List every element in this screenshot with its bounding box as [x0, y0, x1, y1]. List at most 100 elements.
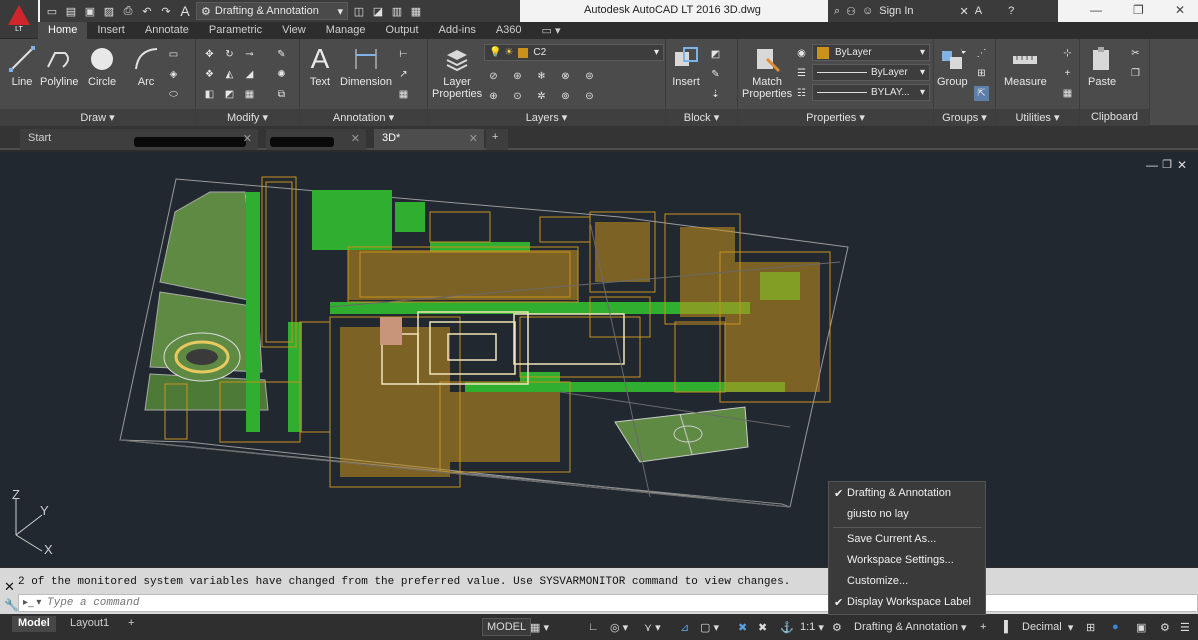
a360-icon[interactable]: A: [975, 5, 982, 17]
undo-icon[interactable]: ↶: [139, 3, 155, 19]
ribbon-toggle-icon[interactable]: ▭ ▾: [532, 22, 571, 39]
text-style-icon[interactable]: A: [177, 3, 193, 19]
layer-icon[interactable]: ◫: [351, 3, 367, 19]
group-edit-icon[interactable]: ⊞: [974, 66, 989, 81]
workspace-icon[interactable]: ▦: [408, 3, 424, 19]
attribute-icon[interactable]: ⇣: [708, 87, 723, 102]
isodraft-icon[interactable]: ⋎ ▾: [644, 618, 661, 636]
tab-view[interactable]: View: [272, 22, 316, 39]
workspace-status-dropdown[interactable]: Drafting & Annotation ▾: [854, 618, 967, 636]
cut-icon[interactable]: ✂: [1128, 46, 1143, 61]
tab-home[interactable]: Home: [38, 22, 88, 39]
application-menu-button[interactable]: LT: [0, 0, 38, 38]
doc-tab-start[interactable]: Start: [20, 129, 130, 150]
table-icon[interactable]: ▦: [396, 87, 411, 102]
tab-insert[interactable]: Insert: [87, 22, 135, 39]
menu-item-customize[interactable]: Customize...: [829, 572, 985, 592]
panel-title-utilities[interactable]: Utilities ▾: [996, 109, 1079, 126]
panel-title-block[interactable]: Block ▾: [666, 109, 737, 126]
workspace-gear-icon[interactable]: ⚙: [832, 618, 842, 636]
layer-freeze-icon[interactable]: ❄: [534, 69, 549, 84]
text-button[interactable]: A Text: [306, 45, 334, 89]
stretch-icon[interactable]: ◧: [202, 87, 217, 102]
doc-tab-redacted-1[interactable]: ✕: [130, 129, 258, 150]
tab-parametric[interactable]: Parametric: [199, 22, 272, 39]
layer-match-icon[interactable]: ⊜: [582, 69, 597, 84]
grid-icon[interactable]: ▦ ▾: [530, 618, 549, 636]
annotation-scale-icon[interactable]: ⚓: [780, 618, 794, 636]
menu-item-save-current[interactable]: Save Current As...: [829, 530, 985, 550]
customize-wrench-icon[interactable]: 🔧: [4, 598, 19, 612]
copy-clip-icon[interactable]: ❐: [1128, 66, 1143, 81]
close-icon[interactable]: ✕: [469, 132, 478, 145]
close-command-icon[interactable]: ✕: [4, 579, 15, 595]
search-icon[interactable]: ⌕: [834, 5, 840, 18]
linetype-dropdown[interactable]: ByLayer ▾: [812, 64, 930, 81]
move-icon[interactable]: ✥: [202, 47, 217, 62]
layer-previous-icon[interactable]: ⊝: [582, 89, 597, 104]
layer-unisolate-icon[interactable]: ⊙: [510, 89, 525, 104]
polyline-button[interactable]: Polyline: [40, 45, 79, 88]
new-file-icon[interactable]: ▭: [44, 3, 60, 19]
create-block-icon[interactable]: ◩: [708, 47, 723, 62]
graphics-performance-icon[interactable]: ▣: [1136, 618, 1146, 636]
plot-icon[interactable]: ⎙: [120, 3, 136, 19]
group-selection-icon[interactable]: ⇱: [974, 86, 989, 101]
layout-tab-model[interactable]: Model: [12, 616, 56, 632]
match-icon[interactable]: ◪: [370, 3, 386, 19]
ellipse-icon[interactable]: ⬭: [166, 87, 181, 102]
doc-tab-3d[interactable]: 3D* ✕: [374, 129, 484, 150]
panel-title-groups[interactable]: Groups ▾: [934, 109, 995, 126]
menu-item-display-workspace-label[interactable]: ✔ Display Workspace Label: [829, 593, 985, 613]
quick-properties-icon[interactable]: ⊞: [1086, 618, 1095, 636]
panel-title-modify[interactable]: Modify ▾: [196, 109, 299, 126]
insert-button[interactable]: Insert: [672, 45, 700, 88]
measure-button[interactable]: Measure: [1004, 45, 1047, 88]
command-input[interactable]: [47, 595, 647, 611]
layer-lock-icon[interactable]: ⊗: [558, 69, 573, 84]
layer-dropdown[interactable]: 💡 ☀ C2 ▾: [484, 44, 664, 61]
osnap-icon[interactable]: ⊿: [680, 618, 689, 636]
layer-off-icon[interactable]: ⊘: [486, 69, 501, 84]
panel-title-annotation[interactable]: Annotation ▾: [300, 109, 427, 126]
menu-item-drafting-annotation[interactable]: ✔ Drafting & Annotation: [829, 484, 985, 504]
help-icon[interactable]: ?: [1008, 5, 1014, 17]
layer-unlock-icon[interactable]: ⊚: [558, 89, 573, 104]
save-icon[interactable]: ▣: [82, 3, 98, 19]
ortho-icon[interactable]: ∟: [588, 618, 599, 636]
offset-icon[interactable]: ⧉: [274, 87, 289, 102]
crosshair-plus-icon[interactable]: +: [980, 618, 986, 636]
workspace-selector[interactable]: ⚙ Drafting & Annotation ▾: [196, 2, 348, 20]
panel-title-layers[interactable]: Layers ▾: [428, 109, 665, 126]
new-tab-button[interactable]: +: [486, 129, 508, 150]
fillet-icon[interactable]: ◢: [242, 67, 257, 82]
calculator-icon[interactable]: ▦: [1060, 86, 1075, 101]
lineweight-icon[interactable]: ☰: [794, 66, 809, 81]
open-file-icon[interactable]: ▤: [63, 3, 79, 19]
color-dropdown[interactable]: ByLayer ▾: [812, 44, 930, 61]
paste-button[interactable]: Paste: [1088, 45, 1116, 88]
sheet-icon[interactable]: ▥: [389, 3, 405, 19]
autoscale-icon[interactable]: ✖: [758, 618, 767, 636]
edit-block-icon[interactable]: ✎: [708, 67, 723, 82]
layer-properties-button[interactable]: Layer Properties: [432, 45, 482, 100]
linear-dim-icon[interactable]: ⊢: [396, 47, 411, 62]
maximize-icon[interactable]: ❐: [1133, 3, 1144, 17]
match-properties-button[interactable]: Match Properties: [742, 45, 792, 100]
close-icon[interactable]: ✕: [243, 132, 252, 145]
model-space-button[interactable]: MODEL: [482, 618, 532, 636]
minimize-icon[interactable]: —: [1090, 3, 1102, 17]
explode-icon[interactable]: ✺: [274, 67, 289, 82]
command-prompt-icon[interactable]: ▸_ ▾: [23, 597, 41, 608]
linetype-icon[interactable]: ☷: [794, 86, 809, 101]
clean-screen-icon[interactable]: ⚙: [1160, 618, 1170, 636]
annotation-visibility-icon[interactable]: ✖: [738, 618, 747, 636]
binoculars-icon[interactable]: ⚇: [846, 5, 856, 18]
drawing-viewport[interactable]: — ❐ ✕ Z Y X: [0, 152, 1198, 567]
layer-isolate-icon[interactable]: ⊛: [510, 69, 525, 84]
close-icon[interactable]: ✕: [1175, 3, 1185, 17]
id-point-icon[interactable]: +: [1060, 66, 1075, 81]
panel-title-properties[interactable]: Properties ▾: [738, 109, 933, 126]
quick-select-icon[interactable]: ⊹: [1060, 46, 1075, 61]
scale-icon[interactable]: ◩: [222, 87, 237, 102]
